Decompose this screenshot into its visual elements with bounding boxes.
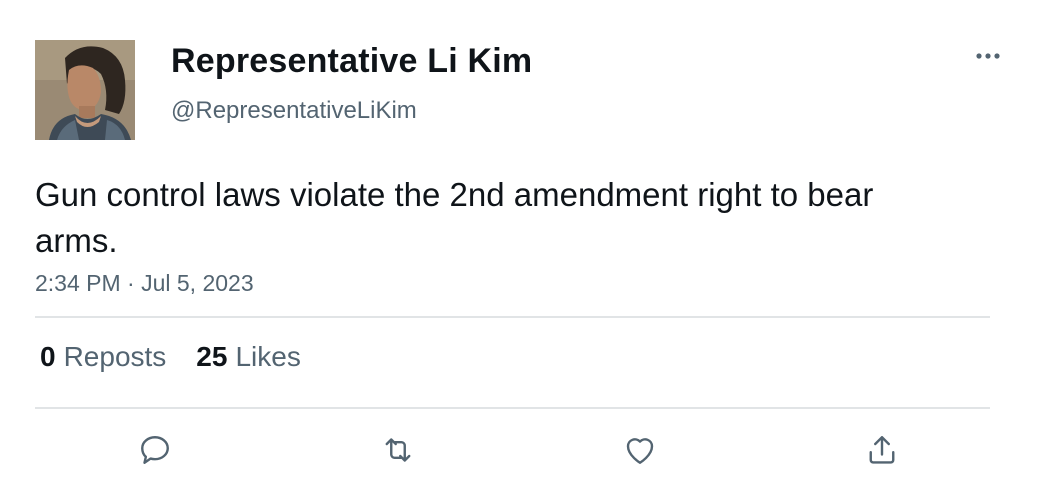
more-icon [976,53,1000,59]
share-icon [869,436,895,464]
tweet-text: Gun control laws violate the 2nd amendme… [35,176,874,259]
likes-label: Likes [235,341,301,372]
tweet-timestamp[interactable]: 2:34 PM · Jul 5, 2023 [35,270,254,297]
display-name[interactable]: Representative Li Kim [171,42,532,81]
like-button[interactable] [620,430,660,470]
divider [35,316,990,318]
likes-count: 25 [196,341,228,372]
repost-icon [385,438,411,462]
reposts-label: Reposts [63,341,167,372]
more-options-button[interactable] [968,44,1008,68]
heart-icon [626,438,654,464]
reposts-count: 0 [40,341,56,372]
user-handle[interactable]: @RepresentativeLiKim [171,97,417,125]
reply-button[interactable] [135,430,175,470]
reply-icon [141,436,169,464]
share-button[interactable] [862,430,902,470]
divider [35,407,990,409]
reposts-stat[interactable]: 0 Reposts [40,341,166,373]
engagement-stats: 0 Reposts 25 Likes [40,341,301,373]
repost-button[interactable] [378,430,418,470]
tweet-card: Representative Li Kim @RepresentativeLiK… [0,0,1050,480]
likes-stat[interactable]: 25 Likes [196,341,301,373]
avatar[interactable] [35,40,135,140]
